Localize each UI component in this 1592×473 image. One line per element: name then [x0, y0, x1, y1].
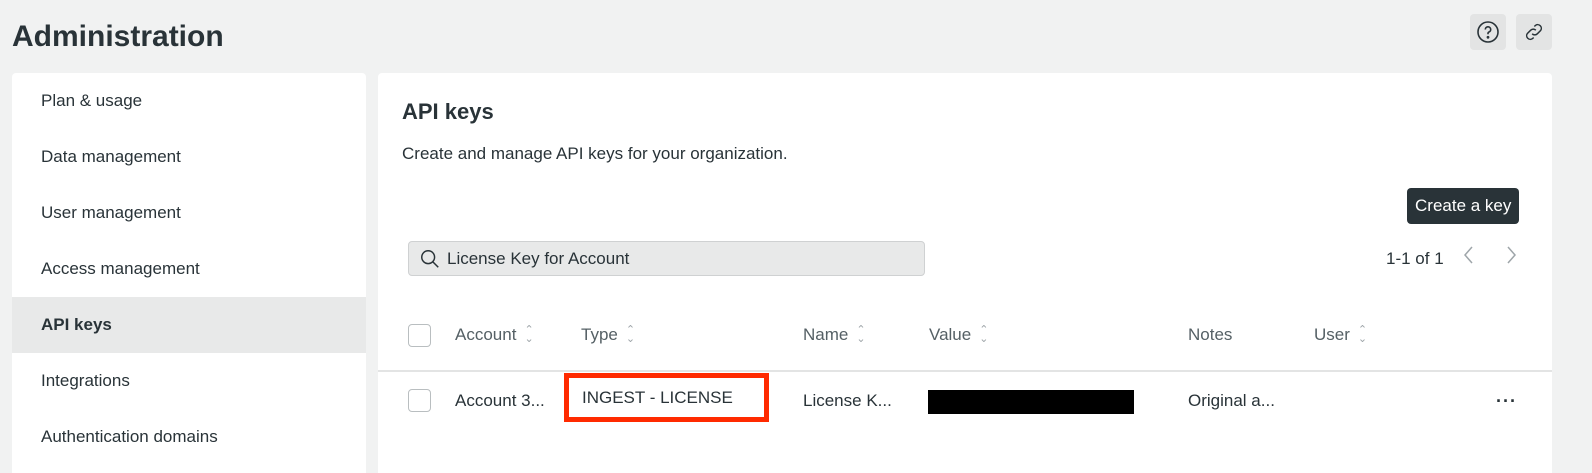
section-description: Create and manage API keys for your orga…	[402, 144, 788, 163]
column-header-user[interactable]: User ⌃ ⌄	[1314, 325, 1367, 345]
help-button[interactable]	[1470, 14, 1506, 50]
sidebar-item-authentication-domains[interactable]: Authentication domains	[12, 409, 366, 465]
create-key-button[interactable]: Create a key	[1407, 188, 1520, 224]
sidebar-item-user-management[interactable]: User management	[12, 185, 366, 241]
column-header-name[interactable]: Name ⌃ ⌄	[803, 325, 866, 345]
row-checkbox[interactable]	[408, 389, 431, 412]
sidebar-item-plan-usage[interactable]: Plan & usage	[12, 73, 366, 129]
help-icon	[1477, 21, 1499, 43]
link-icon	[1525, 23, 1543, 41]
sort-icon: ⌃ ⌄	[1357, 324, 1368, 345]
section-title: API keys	[402, 99, 494, 124]
column-label: Type	[581, 325, 618, 344]
sidebar-item-integrations[interactable]: Integrations	[12, 353, 366, 409]
column-header-type[interactable]: Type ⌃ ⌄	[581, 325, 635, 345]
row-actions-button[interactable]: ···	[1496, 391, 1517, 412]
column-header-account[interactable]: Account ⌃ ⌄	[455, 325, 534, 345]
api-keys-panel: API keys Create and manage API keys for …	[378, 73, 1552, 473]
page-title: Administration	[12, 20, 224, 53]
table-divider	[378, 370, 1552, 372]
sidebar-item-api-keys[interactable]: API keys	[12, 297, 366, 353]
sidebar-item-access-management[interactable]: Access management	[12, 241, 366, 297]
cell-type: INGEST - LICENSE	[582, 387, 733, 407]
copy-link-button[interactable]	[1516, 14, 1552, 50]
column-label: Name	[803, 325, 849, 344]
sort-icon: ⌃ ⌄	[625, 324, 636, 345]
column-label: Account	[455, 325, 517, 344]
sort-icon: ⌃ ⌄	[524, 324, 534, 345]
column-label: Notes	[1188, 325, 1233, 344]
column-header-value[interactable]: Value ⌃ ⌄	[929, 325, 988, 345]
search-icon	[421, 249, 439, 268]
search-input[interactable]: License Key for Account	[408, 241, 925, 276]
admin-sidebar: Plan & usage Data management User manage…	[12, 73, 366, 473]
cell-notes: Original a...	[1188, 391, 1275, 410]
select-all-checkbox[interactable]	[408, 324, 431, 347]
sort-icon: ⌃ ⌄	[856, 324, 866, 345]
chevron-right-icon	[1507, 246, 1516, 264]
chevron-left-icon	[1464, 246, 1473, 264]
next-page-button[interactable]	[1504, 244, 1518, 272]
search-value: License Key for Account	[447, 248, 630, 268]
column-label: Value	[929, 325, 972, 344]
column-header-notes: Notes	[1188, 325, 1232, 345]
sidebar-item-data-management[interactable]: Data management	[12, 129, 366, 185]
cell-type-highlighted: INGEST - LICENSE	[564, 373, 769, 422]
cell-account: Account 3...	[455, 391, 545, 410]
column-label: User	[1314, 325, 1350, 344]
more-icon: ···	[1496, 391, 1517, 411]
cell-name: License K...	[803, 391, 892, 410]
pagination-label: 1-1 of 1	[1386, 249, 1444, 268]
cell-value-redacted	[928, 390, 1134, 414]
prev-page-button[interactable]	[1462, 244, 1476, 272]
sort-icon: ⌃ ⌄	[979, 324, 989, 345]
